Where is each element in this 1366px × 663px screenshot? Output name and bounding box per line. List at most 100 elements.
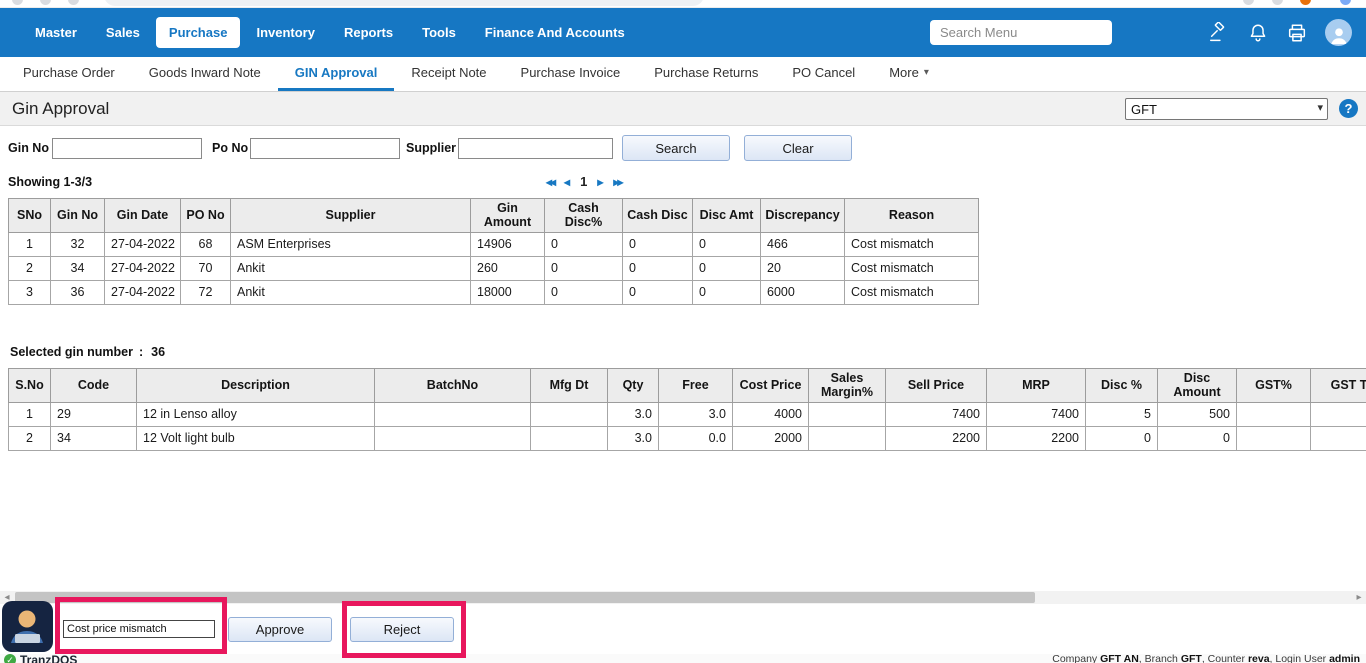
- reject-button[interactable]: Reject: [350, 617, 454, 642]
- browser-account-icon[interactable]: [1340, 0, 1351, 5]
- screen: Master Sales Purchase Inventory Reports …: [0, 0, 1366, 663]
- sales-margin-header: Sales Margin%: [809, 369, 886, 403]
- gin-row[interactable]: 13227-04-202268ASM Enterprises1490600046…: [9, 232, 979, 256]
- free-cell: 0.0: [659, 426, 733, 450]
- gin-items-table: S.NoCodeDescriptionBatchNoMfg DtQtyFreeC…: [8, 368, 1366, 451]
- sell-price-cell: 7400: [886, 402, 987, 426]
- gin-date-cell: 27-04-2022: [105, 280, 181, 304]
- gin-amount-cell: 260: [471, 256, 545, 280]
- sell-price-cell: 2200: [886, 426, 987, 450]
- browser-download-icon[interactable]: [1243, 0, 1254, 5]
- cost-price-cell: 4000: [733, 402, 809, 426]
- gst-tax-cell: [1311, 402, 1366, 426]
- tab-gin-approval[interactable]: GIN Approval: [278, 57, 395, 91]
- user-avatar[interactable]: [1325, 19, 1352, 46]
- gin-amount-cell: 14906: [471, 232, 545, 256]
- sno-cell: 2: [9, 256, 51, 280]
- disc-cell: 5: [1086, 402, 1158, 426]
- print-icon[interactable]: [1286, 22, 1308, 44]
- tab-more[interactable]: More ▾: [872, 57, 946, 91]
- disc-amount-cell: 500: [1158, 402, 1237, 426]
- po-no-input[interactable]: [250, 138, 400, 159]
- help-button[interactable]: ?: [1339, 99, 1358, 118]
- batchno-cell: [375, 402, 531, 426]
- browser-back-icon[interactable]: [12, 0, 23, 5]
- status-bar: ✓ TranzDOS Company GFT AN, Branch GFT, C…: [0, 654, 1366, 663]
- item-row: 12912 in Lenso alloy3.03.040007400740055…: [9, 402, 1366, 426]
- item-row: 23412 Volt light bulb3.00.02000220022000…: [9, 426, 1366, 450]
- nav-item-master[interactable]: Master: [22, 17, 90, 48]
- scroll-right-icon[interactable]: ▸: [1352, 591, 1366, 604]
- nav-item-finance-and-accounts[interactable]: Finance And Accounts: [472, 17, 638, 48]
- supplier-input[interactable]: [458, 138, 613, 159]
- code-cell: 29: [51, 402, 137, 426]
- s-no-header: S.No: [9, 369, 51, 403]
- next-page-icon[interactable]: ▸: [597, 175, 603, 189]
- browser-reload-icon[interactable]: [68, 0, 79, 5]
- discrepancy-cell: 20: [761, 256, 845, 280]
- nav-item-reports[interactable]: Reports: [331, 17, 406, 48]
- reason-cell: Cost mismatch: [845, 280, 979, 304]
- gin-row[interactable]: 33627-04-202272Ankit180000006000Cost mis…: [9, 280, 979, 304]
- approve-button[interactable]: Approve: [228, 617, 332, 642]
- gin-amount-cell: 18000: [471, 280, 545, 304]
- po-no-cell[interactable]: 68: [181, 232, 231, 256]
- gin-date-cell: 27-04-2022: [105, 256, 181, 280]
- last-page-icon[interactable]: ▸▸: [613, 175, 621, 189]
- scrollbar-thumb[interactable]: [15, 592, 1035, 603]
- po-no-cell[interactable]: 72: [181, 280, 231, 304]
- nav-item-inventory[interactable]: Inventory: [243, 17, 328, 48]
- gst-cell: [1237, 426, 1311, 450]
- tab-po-cancel[interactable]: PO Cancel: [775, 57, 872, 91]
- po-no-cell[interactable]: 70: [181, 256, 231, 280]
- notifications-bell-icon[interactable]: [1247, 22, 1269, 44]
- tab-label: More: [889, 65, 919, 80]
- browser-forward-icon[interactable]: [40, 0, 51, 5]
- sno-header: SNo: [9, 199, 51, 233]
- horizontal-scrollbar[interactable]: ◂ ▸: [0, 591, 1366, 604]
- disc-cell: 0: [1086, 426, 1158, 450]
- supplier-cell: Ankit: [231, 280, 471, 304]
- company-select[interactable]: GFT: [1125, 98, 1328, 120]
- sno-cell: 3: [9, 280, 51, 304]
- nav-item-purchase[interactable]: Purchase: [156, 17, 241, 48]
- mrp-cell: 2200: [987, 426, 1086, 450]
- cost-price-cell: 2000: [733, 426, 809, 450]
- nav-item-sales[interactable]: Sales: [93, 17, 153, 48]
- sales-margin-cell: [809, 426, 886, 450]
- discrepancy-cell: 6000: [761, 280, 845, 304]
- gin-no-input[interactable]: [52, 138, 202, 159]
- description-cell: 12 in Lenso alloy: [137, 402, 375, 426]
- header-row: S.NoCodeDescriptionBatchNoMfg DtQtyFreeC…: [9, 369, 1366, 403]
- free-cell: 3.0: [659, 402, 733, 426]
- main-menu: Master Sales Purchase Inventory Reports …: [22, 8, 638, 57]
- browser-extension-icon[interactable]: [1272, 0, 1283, 5]
- tab-purchase-invoice[interactable]: Purchase Invoice: [504, 57, 638, 91]
- rejection-reason-input[interactable]: [63, 620, 215, 638]
- auction-gavel-icon[interactable]: [1208, 22, 1230, 44]
- branch-label: , Branch: [1139, 653, 1181, 663]
- current-page-number[interactable]: 1: [580, 174, 587, 189]
- tab-purchase-order[interactable]: Purchase Order: [6, 57, 132, 91]
- browser-profile-dot-icon[interactable]: [1300, 0, 1311, 5]
- gin-row[interactable]: 23427-04-202270Ankit26000020Cost mismatc…: [9, 256, 979, 280]
- menu-search-input[interactable]: [930, 20, 1112, 45]
- gin-no-cell[interactable]: 34: [51, 256, 105, 280]
- first-page-icon[interactable]: ◂◂: [546, 175, 554, 189]
- brand-name: TranzDOS: [20, 653, 77, 663]
- mfg-dt-cell: [531, 402, 608, 426]
- gin-no-cell[interactable]: 36: [51, 280, 105, 304]
- nav-item-tools[interactable]: Tools: [409, 17, 469, 48]
- gin-no-cell[interactable]: 32: [51, 232, 105, 256]
- tab-goods-inward-note[interactable]: Goods Inward Note: [132, 57, 278, 91]
- tab-receipt-note[interactable]: Receipt Note: [394, 57, 503, 91]
- browser-address-bar[interactable]: [104, 0, 704, 6]
- mrp-header: MRP: [987, 369, 1086, 403]
- action-footer: Approve Reject: [0, 604, 1366, 654]
- search-button[interactable]: Search: [622, 135, 730, 161]
- previous-page-icon[interactable]: ◂: [564, 175, 570, 189]
- clear-button[interactable]: Clear: [744, 135, 852, 161]
- gin-amount-header: Gin Amount: [471, 199, 545, 233]
- tab-purchase-returns[interactable]: Purchase Returns: [637, 57, 775, 91]
- supplier-header: Supplier: [231, 199, 471, 233]
